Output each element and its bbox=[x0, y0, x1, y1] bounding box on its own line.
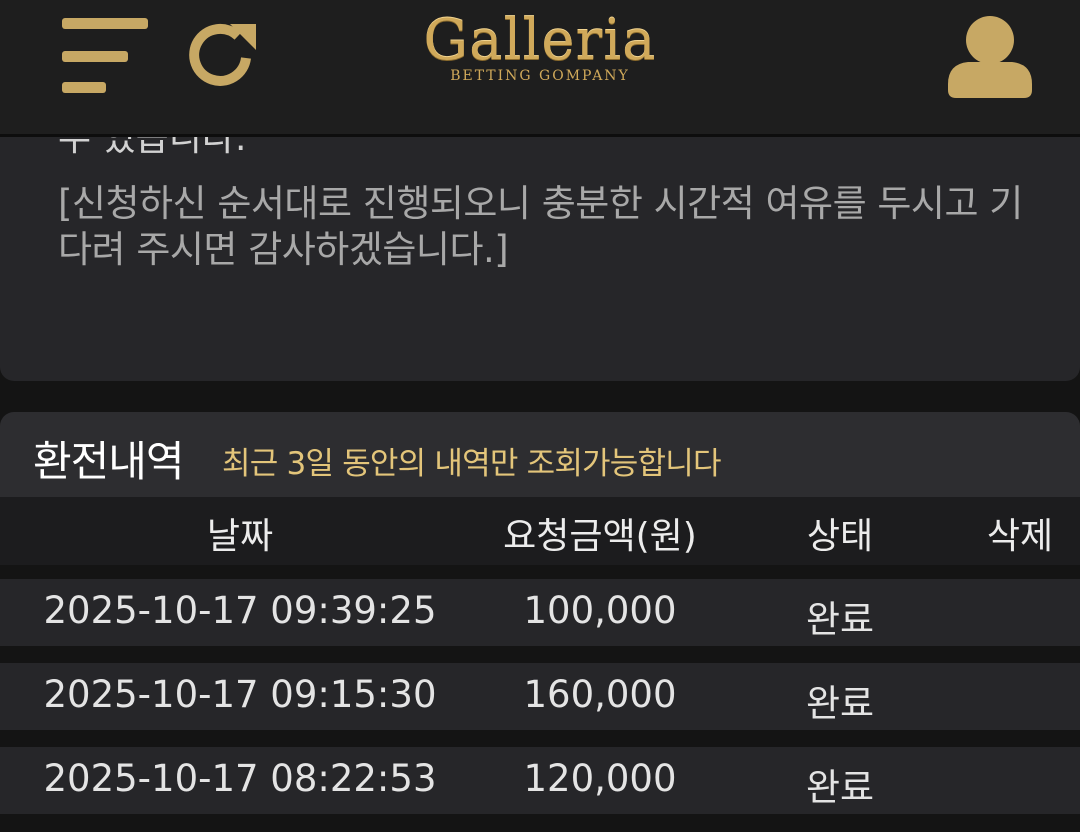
row-status: 완료 bbox=[805, 598, 875, 641]
notice-clipped-text: 수 있습니다. bbox=[58, 137, 247, 159]
logo-title: Galleria bbox=[423, 8, 657, 73]
table-row: 2025-10-17 09:15:30 160,000 완료 bbox=[0, 663, 1080, 730]
logo-subtitle: BETTING GOMPANY bbox=[450, 68, 630, 84]
row-date: 2025-10-17 08:22:53 bbox=[43, 757, 437, 800]
table-header: 날짜 요청금액(원) 상태 삭제 bbox=[0, 497, 1080, 565]
history-title: 환전내역 bbox=[33, 437, 185, 486]
row-amount: 160,000 bbox=[523, 673, 677, 716]
column-header-date: 날짜 bbox=[206, 516, 274, 557]
column-header-status: 상태 bbox=[806, 516, 874, 557]
brand-logo[interactable]: Galleria BETTING GOMPANY bbox=[0, 8, 1080, 84]
history-header: 환전내역 최근 3일 동안의 내역만 조회가능합니다 bbox=[0, 412, 1080, 497]
column-header-amount: 요청금액(원) bbox=[503, 516, 697, 557]
row-amount: 120,000 bbox=[523, 757, 677, 800]
table-row: 2025-10-17 09:39:25 100,000 완료 bbox=[0, 579, 1080, 646]
row-amount: 100,000 bbox=[523, 589, 677, 632]
row-status: 완료 bbox=[805, 682, 875, 725]
column-header-delete: 삭제 bbox=[986, 516, 1054, 557]
row-date: 2025-10-17 09:15:30 bbox=[43, 673, 437, 716]
notice-panel: 수 있습니다. [신청하신 순서대로 진행되오니 충분한 시간적 여유를 두시고… bbox=[0, 137, 1080, 381]
notice-text: [신청하신 순서대로 진행되오니 충분한 시간적 여유를 두시고 기다려 주시면… bbox=[58, 182, 1023, 271]
row-date: 2025-10-17 09:39:25 bbox=[43, 589, 437, 632]
row-status: 완료 bbox=[805, 766, 875, 809]
table-row: 2025-10-17 08:22:53 120,000 완료 bbox=[0, 747, 1080, 814]
user-icon[interactable] bbox=[946, 14, 1034, 98]
exchange-history-panel: 환전내역 최근 3일 동안의 내역만 조회가능합니다 날짜 요청금액(원) 상태… bbox=[0, 412, 1080, 832]
history-subtitle: 최근 3일 동안의 내역만 조회가능합니다 bbox=[222, 446, 721, 482]
top-header: Galleria BETTING GOMPANY bbox=[0, 0, 1080, 137]
